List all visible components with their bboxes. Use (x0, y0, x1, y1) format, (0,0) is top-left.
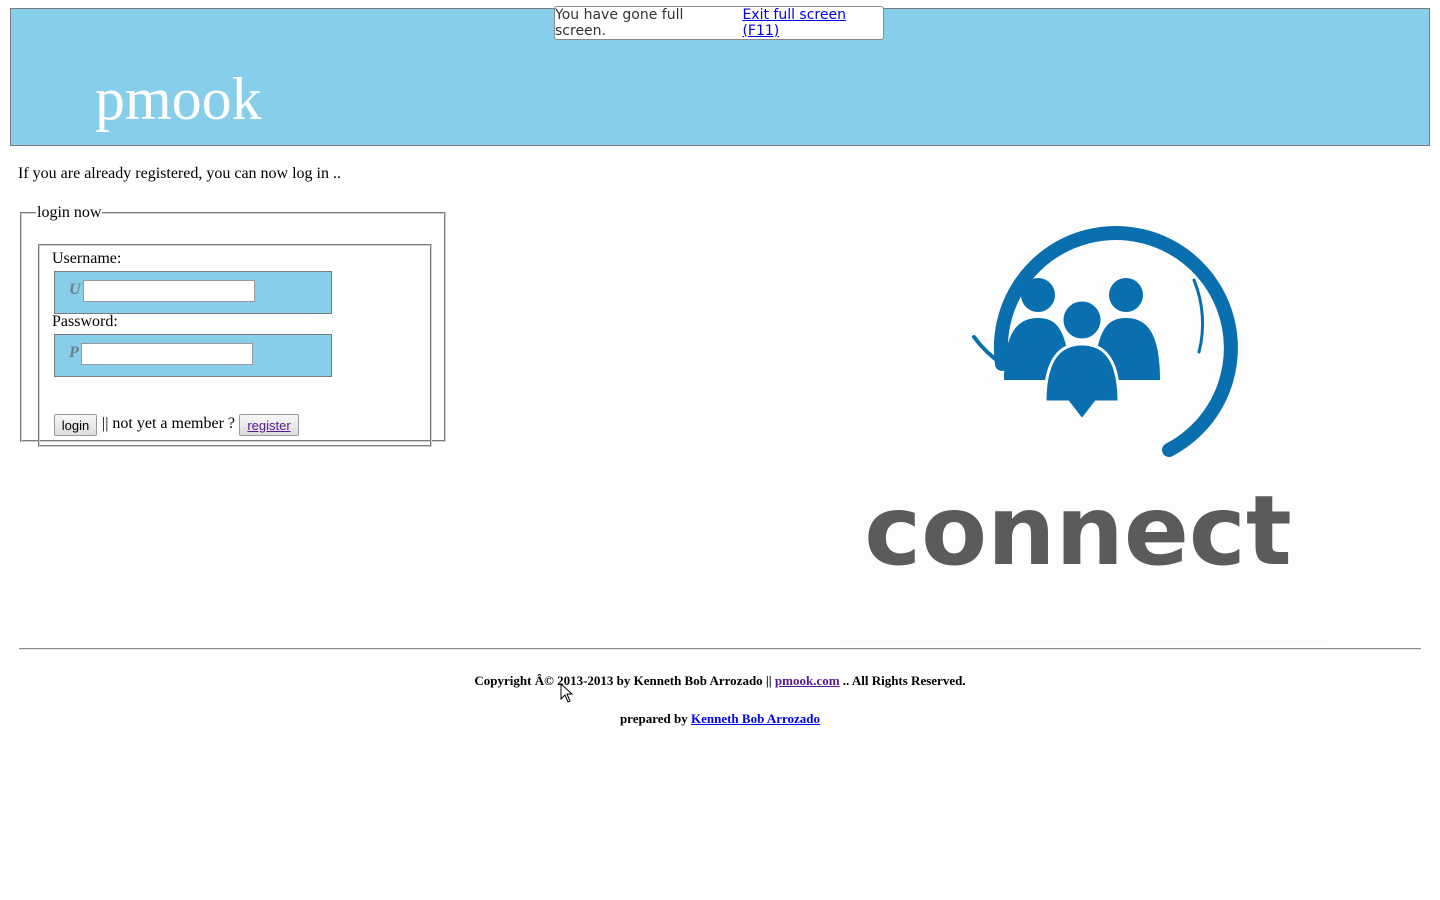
logo-text: connect (864, 475, 1291, 587)
connect-logo: connect (834, 152, 1330, 644)
username-field-box: U (54, 271, 332, 314)
copyright-suffix: .. All Rights Reserved. (842, 673, 966, 688)
separator-text: || (102, 415, 109, 432)
password-icon: P (69, 344, 79, 361)
site-link[interactable]: pmook.com (775, 673, 840, 688)
fullscreen-notice: You have gone full screen. Exit full scr… (554, 6, 884, 40)
intro-text: If you are already registered, you can n… (18, 165, 341, 182)
login-fieldset: login now Username: U Password: P login … (20, 204, 446, 447)
password-field-box: P (54, 334, 332, 377)
fullscreen-message: You have gone full screen. (555, 7, 684, 39)
site-title: pmook (95, 66, 262, 132)
not-member-row: || not yet a member ? (102, 415, 235, 433)
login-button[interactable]: login (54, 414, 97, 436)
password-input[interactable] (81, 343, 253, 365)
mouse-cursor-icon (560, 683, 574, 703)
exit-fullscreen-link[interactable]: Exit full screen (F11) (742, 7, 883, 39)
username-input[interactable] (83, 280, 255, 302)
prepared-by-line: prepared by Kenneth Bob Arrozado (0, 711, 1440, 727)
password-label: Password: (52, 313, 118, 330)
author-link[interactable]: Kenneth Bob Arrozado (691, 711, 820, 726)
not-member-text: not yet a member ? (112, 415, 236, 432)
copyright-prefix: Copyright Â© 2013-2013 by Kenneth Bob Ar… (474, 673, 772, 688)
register-button[interactable]: register (239, 414, 299, 436)
login-legend: login now (37, 204, 102, 221)
username-icon: U (69, 281, 81, 298)
people-group-icon: connect (864, 226, 1292, 587)
username-label: Username: (52, 250, 122, 267)
login-form: Username: U Password: P login || not yet… (38, 244, 432, 447)
copyright-line: Copyright Â© 2013-2013 by Kenneth Bob Ar… (0, 673, 1440, 689)
prepared-prefix: prepared by (619, 711, 688, 726)
footer-divider (19, 648, 1421, 650)
